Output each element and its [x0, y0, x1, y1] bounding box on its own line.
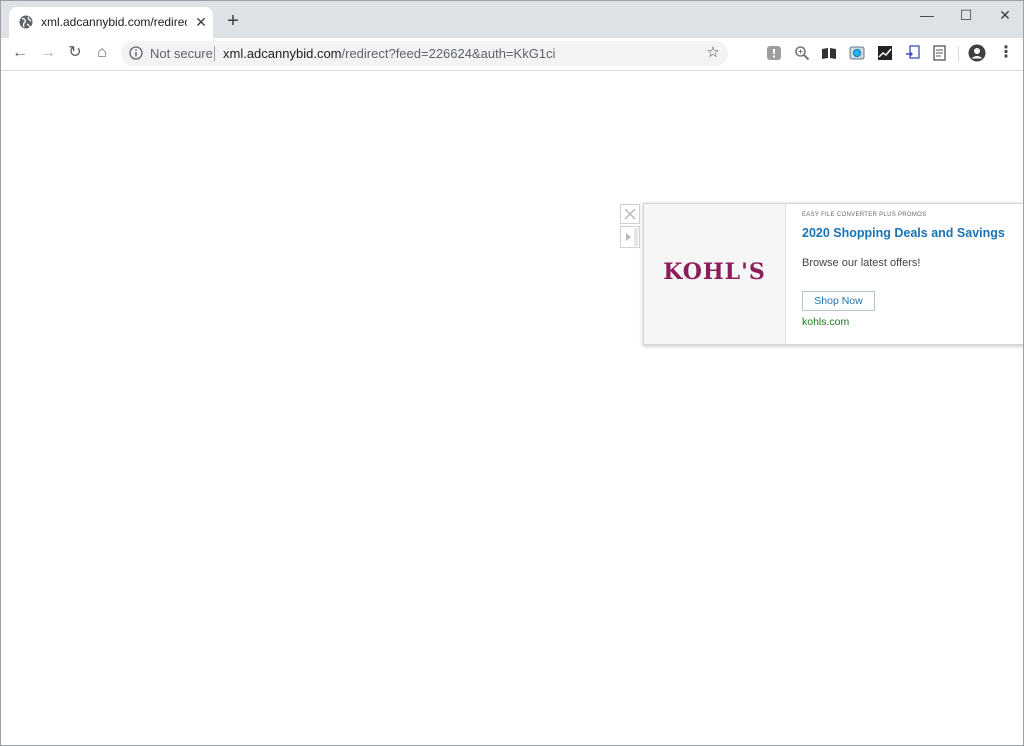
file-arrow-icon[interactable]	[905, 45, 921, 61]
close-icon	[624, 208, 636, 220]
forward-button[interactable]: →	[38, 43, 58, 63]
maximize-button[interactable]: ☐	[950, 5, 982, 25]
extension-gray-icon[interactable]	[766, 45, 782, 61]
books-icon[interactable]	[821, 45, 837, 61]
address-bar[interactable]: Not secure xml.adcannybid.com/redirect?f…	[121, 41, 728, 66]
url-path: /redirect?feed=226624&auth=KkG1ci	[341, 46, 556, 61]
ad-description: Browse our latest offers!	[802, 257, 921, 269]
magnifier-icon[interactable]	[794, 45, 810, 61]
active-tab[interactable]: xml.adcannybid.com/redirect?feed=226624&…	[9, 7, 213, 38]
shop-now-button[interactable]: Shop Now	[802, 291, 875, 311]
url-domain: xml.adcannybid.com	[223, 46, 342, 61]
ad-domain[interactable]: kohls.com	[802, 316, 849, 328]
browser-window: xml.adcannybid.com/redirect?feed=226624&…	[0, 0, 1024, 746]
ad-close-button[interactable]	[620, 204, 640, 224]
tab-close-icon[interactable]: ✕	[193, 14, 209, 30]
ad-headline[interactable]: 2020 Shopping Deals and Savings	[802, 226, 1005, 240]
omnibox-divider	[214, 46, 215, 61]
bookmark-star-icon[interactable]: ☆	[704, 44, 722, 62]
camera-icon[interactable]	[849, 45, 865, 61]
toolbar-divider	[958, 46, 959, 62]
reload-button[interactable]: ↻	[65, 43, 85, 63]
toolbar: ← → ↻ ⌂ Not secure xml.adcannybid.com/re…	[1, 38, 1023, 71]
menu-icon[interactable]: ⋮	[998, 44, 1014, 62]
globe-icon	[19, 15, 33, 29]
ad-banner[interactable]: KOHL'S EASY FILE CONVERTER PLUS PROMOS 2…	[643, 203, 1023, 345]
tab-title: xml.adcannybid.com/redirect?feed=226624&…	[41, 15, 187, 29]
tab-strip: xml.adcannybid.com/redirect?feed=226624&…	[1, 1, 1023, 38]
security-status[interactable]: Not secure	[150, 46, 213, 61]
window-close-button[interactable]: ✕	[989, 5, 1021, 25]
kohls-logo: KOHL'S	[663, 259, 766, 285]
url-text[interactable]: xml.adcannybid.com/redirect?feed=226624&…	[223, 46, 555, 61]
profile-avatar-icon[interactable]	[968, 44, 986, 62]
chart-icon[interactable]	[877, 45, 893, 61]
home-button[interactable]: ⌂	[92, 43, 112, 63]
ad-image[interactable]: KOHL'S	[644, 204, 786, 344]
document-icon[interactable]	[932, 45, 948, 61]
back-button[interactable]: ←	[10, 43, 30, 63]
minimize-button[interactable]: —	[911, 5, 943, 25]
new-tab-button[interactable]: +	[223, 11, 243, 31]
ad-info-button[interactable]	[620, 226, 640, 248]
info-icon[interactable]	[129, 46, 143, 60]
play-icon	[626, 228, 638, 246]
ad-sponsor: EASY FILE CONVERTER PLUS PROMOS	[802, 212, 927, 218]
